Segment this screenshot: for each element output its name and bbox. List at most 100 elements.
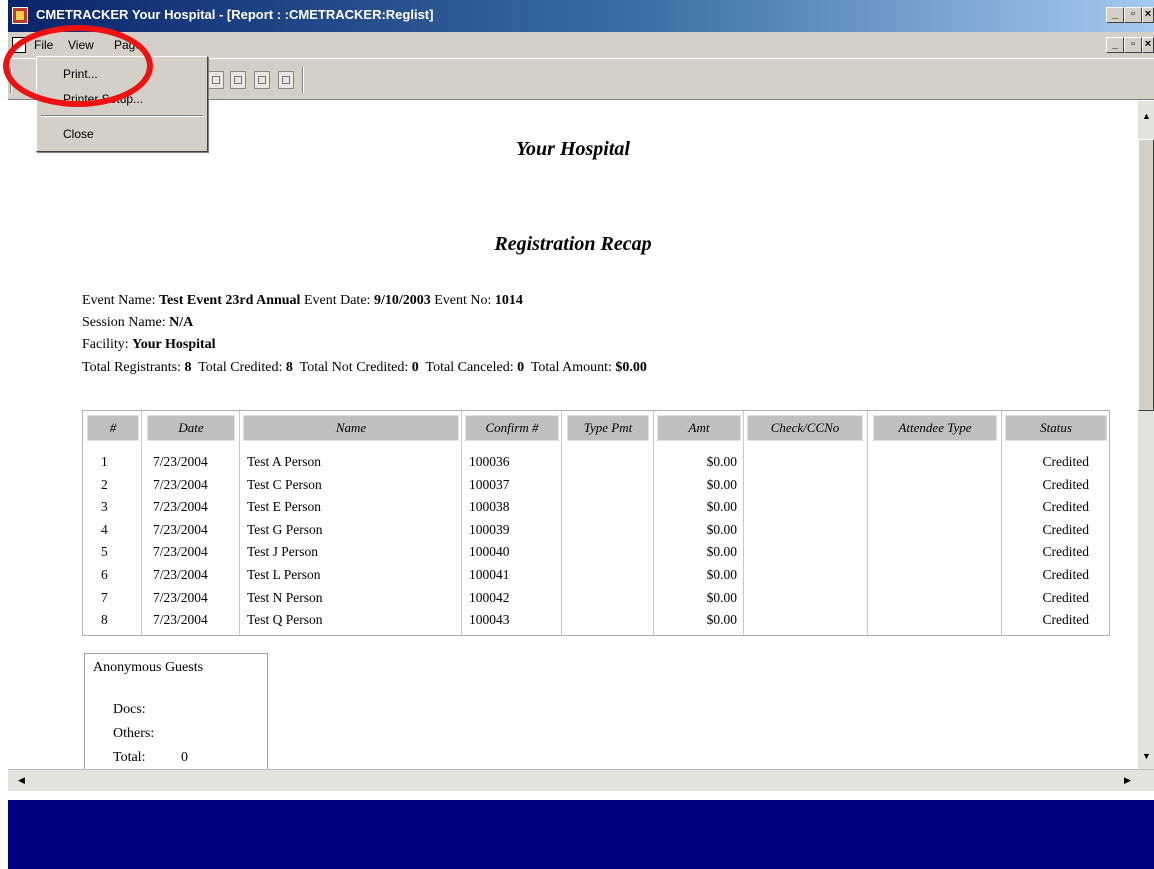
doc-close-button[interactable]: ×	[1142, 37, 1154, 53]
table-cell: 100036	[469, 454, 510, 469]
table-cell: Credited	[1042, 567, 1090, 582]
menu-item-close[interactable]: Close	[63, 127, 94, 141]
doc-maximize-button[interactable]: ▫	[1124, 37, 1142, 53]
minimize-button[interactable]: _	[1106, 7, 1124, 23]
table-cell: 6	[101, 567, 108, 582]
table-cell: $0.00	[706, 499, 737, 515]
table-cell: 1	[101, 454, 108, 469]
table-cell: Credited	[1042, 612, 1090, 628]
table-cell: $0.00	[706, 589, 737, 605]
table-cell: 100037	[469, 476, 510, 492]
column-header: Amt	[657, 415, 741, 441]
totals-line: Total Registrants: 8 Total Credited: 8 T…	[82, 360, 647, 375]
table-cell: Credited	[1042, 544, 1090, 560]
table-cell: Test A Person	[247, 454, 322, 469]
table-cell: Test N Person	[247, 589, 323, 605]
event-info-line: Event Name: Test Event 23rd Annual Event…	[82, 293, 523, 308]
table-cell: Test Q Person	[247, 612, 323, 628]
window-title: CMETRACKER Your Hospital - [Report : :CM…	[36, 7, 434, 22]
table-cell: Credited	[1042, 499, 1090, 515]
table-cell: 7/23/2004	[153, 544, 208, 560]
table-cell: 3	[101, 499, 108, 515]
table-row: 1 7/23/2004 Test A Person 100036 $0.00 Credit…	[83, 451, 1109, 473]
scroll-up-icon[interactable]: ▲	[1142, 111, 1151, 121]
column-header: Confirm #	[465, 415, 559, 441]
table-row: 2 7/23/2004 Test C Person 100037 $0.00 Credit…	[83, 474, 1109, 496]
column-header: Name	[243, 415, 459, 441]
table-cell: 7/23/2004	[153, 476, 208, 492]
table-cell: 7/23/2004	[153, 499, 208, 515]
last-page-icon[interactable]	[254, 71, 270, 89]
table-cell: $0.00	[706, 567, 737, 582]
table-cell: $0.00	[706, 521, 737, 537]
column-header: Date	[147, 415, 235, 441]
table-cell: 7/23/2004	[153, 454, 208, 469]
table-row: 4 7/23/2004 Test G Person 100039 $0.00 Credit…	[83, 519, 1109, 541]
maximize-button[interactable]: ▫	[1124, 7, 1142, 23]
table-row: 5 7/23/2004 Test J Person 100040 $0.00 Credit…	[83, 541, 1109, 563]
column-header: #	[87, 415, 139, 441]
vertical-scroll-thumb[interactable]	[1138, 139, 1154, 411]
table-row: 3 7/23/2004 Test E Person 100038 $0.00 Credit…	[83, 496, 1109, 518]
facility-line: Facility: Your Hospital	[82, 337, 216, 352]
table-cell: 100043	[469, 612, 510, 628]
event-date-value: 9/10/2003	[373, 293, 431, 308]
event-name-value: Test Event 23rd Annual	[158, 293, 301, 308]
table-cell: Credited	[1042, 454, 1090, 469]
table-cell: Test G Person	[247, 521, 323, 537]
table-cell: Credited	[1042, 476, 1090, 492]
table-cell: 100038	[469, 499, 510, 515]
table-cell: 5	[101, 544, 108, 560]
horizontal-scrollbar[interactable]: ◀ ▶	[8, 769, 1154, 791]
anonymous-guests-box: Anonymous Guests Docs: Others: Total: 0	[84, 653, 268, 769]
table-cell: 7/23/2004	[153, 589, 208, 605]
scroll-down-icon[interactable]: ▼	[1142, 751, 1151, 761]
session-name-value: N/A	[169, 315, 194, 330]
menu-bar: File View Page _ ▫ ×	[8, 32, 1154, 58]
column-header: Check/CCNo	[747, 415, 863, 441]
table-cell: 4	[101, 521, 108, 537]
facility-value: Your Hospital	[132, 337, 216, 352]
first-page-icon[interactable]	[208, 71, 224, 89]
table-cell: 7/23/2004	[153, 612, 208, 628]
scroll-right-icon[interactable]: ▶	[1124, 775, 1131, 786]
guests-docs-label: Docs:	[113, 702, 146, 717]
guests-title: Anonymous Guests	[93, 660, 204, 675]
table-cell: Test J Person	[247, 544, 319, 560]
table-cell: 7/23/2004	[153, 567, 208, 582]
table-cell: $0.00	[706, 612, 737, 628]
doc-minimize-button[interactable]: _	[1106, 37, 1124, 53]
table-cell: Test C Person	[247, 476, 322, 492]
table-cell: Credited	[1042, 521, 1090, 537]
table-cell: $0.00	[706, 476, 737, 492]
table-row: 7 7/23/2004 Test N Person 100042 $0.00 Credit…	[83, 587, 1109, 609]
close-button[interactable]: ×	[1142, 7, 1154, 23]
table-cell: 100039	[469, 521, 510, 537]
table-cell: 7	[101, 589, 108, 605]
column-header: Status	[1005, 415, 1107, 441]
next-page-icon[interactable]	[230, 71, 246, 89]
table-cell: Credited	[1042, 589, 1090, 605]
report-title: Registration Recap	[494, 233, 652, 255]
title-bar: CMETRACKER Your Hospital - [Report : :CM…	[8, 0, 1154, 32]
scroll-left-icon[interactable]: ◀	[18, 775, 25, 786]
vertical-scrollbar[interactable]: ▲ ▼	[1138, 101, 1154, 769]
column-header: Type Pmt	[567, 415, 649, 441]
registrants-table: # Date Name Confirm # Type Pmt Amt Check/CCNo A…	[82, 410, 1110, 636]
table-row: 6 7/23/2004 Test L Person 100041 $0.00 Credit…	[83, 564, 1109, 586]
bottom-band	[8, 800, 1154, 869]
report-page: Your Hospital Registration Recap Event N…	[8, 101, 1138, 769]
table-cell: Test L Person	[247, 567, 321, 582]
app-icon[interactable]	[12, 7, 28, 24]
toolbar-separator	[302, 67, 304, 93]
session-line: Session Name: N/A	[82, 315, 194, 330]
table-cell: $0.00	[706, 544, 737, 560]
page-setup-icon[interactable]	[278, 71, 294, 89]
table-cell: 8	[101, 612, 108, 628]
table-cell: 100041	[469, 567, 510, 582]
table-row: 8 7/23/2004 Test Q Person 100043 $0.00 Credit…	[83, 609, 1109, 631]
table-cell: 100042	[469, 589, 510, 605]
guests-others-label: Others:	[113, 726, 155, 741]
table-cell: $0.00	[706, 454, 737, 469]
table-cell: Test E Person	[247, 499, 322, 515]
